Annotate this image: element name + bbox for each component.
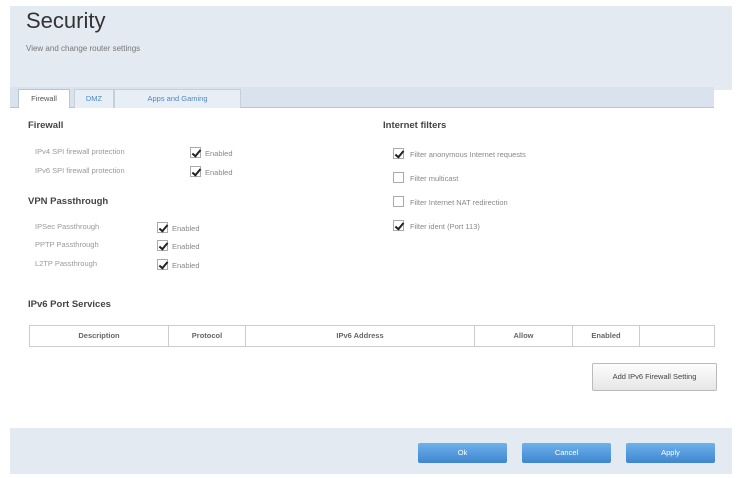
filter-nat-redirection-checkbox[interactable] bbox=[393, 196, 404, 207]
column-header-description: Description bbox=[30, 326, 169, 346]
ipv6-spi-enabled-label: Enabled bbox=[205, 168, 233, 177]
ipsec-enabled-label: Enabled bbox=[172, 224, 200, 233]
filter-anonymous-label: Filter anonymous Internet requests bbox=[410, 150, 526, 159]
filter-multicast-checkbox[interactable] bbox=[393, 172, 404, 183]
add-ipv6-firewall-setting-button[interactable]: Add IPv6 Firewall Setting bbox=[592, 363, 717, 391]
ok-button[interactable]: Ok bbox=[418, 443, 507, 463]
ipv4-spi-checkbox[interactable] bbox=[190, 147, 201, 158]
ipv4-spi-label: IPv4 SPI firewall protection bbox=[35, 147, 125, 156]
tab-firewall[interactable]: Firewall bbox=[18, 89, 70, 108]
tab-bar: Firewall DMZ Apps and Gaming bbox=[10, 87, 714, 108]
l2tp-checkbox[interactable] bbox=[157, 259, 168, 270]
filter-multicast-label: Filter multicast bbox=[410, 174, 459, 183]
ipv6-spi-label: IPv6 SPI firewall protection bbox=[35, 166, 125, 175]
page-title: Security bbox=[26, 8, 106, 33]
pptp-label: PPTP Passthrough bbox=[35, 240, 99, 249]
apply-button[interactable]: Apply bbox=[626, 443, 715, 463]
column-header-enabled: Enabled bbox=[573, 326, 640, 346]
tab-apps-and-gaming[interactable]: Apps and Gaming bbox=[114, 89, 241, 108]
pptp-checkbox[interactable] bbox=[157, 240, 168, 251]
filter-ident-checkbox[interactable] bbox=[393, 220, 404, 231]
l2tp-enabled-label: Enabled bbox=[172, 261, 200, 270]
ipsec-checkbox[interactable] bbox=[157, 222, 168, 233]
ipv4-spi-enabled-label: Enabled bbox=[205, 149, 233, 158]
page-header: Security View and change router settings bbox=[10, 6, 732, 100]
ipv6-port-services-title: IPv6 Port Services bbox=[28, 299, 111, 310]
column-header-ipv6-address: IPv6 Address bbox=[246, 326, 475, 346]
filter-nat-redirection-label: Filter Internet NAT redirection bbox=[410, 198, 508, 207]
vpn-section-title: VPN Passthrough bbox=[28, 196, 109, 207]
column-header-actions bbox=[640, 326, 714, 346]
filter-ident-label: Filter ident (Port 113) bbox=[410, 222, 480, 231]
internet-filters-title: Internet filters bbox=[383, 120, 447, 131]
pptp-enabled-label: Enabled bbox=[172, 242, 200, 251]
tab-dmz[interactable]: DMZ bbox=[74, 89, 114, 108]
firewall-section-title: Firewall bbox=[28, 120, 64, 131]
ipv6-spi-checkbox[interactable] bbox=[190, 166, 201, 177]
l2tp-label: L2TP Passthrough bbox=[35, 259, 97, 268]
page-subtitle: View and change router settings bbox=[26, 44, 141, 53]
footer-bar bbox=[10, 428, 732, 474]
filter-anonymous-checkbox[interactable] bbox=[393, 148, 404, 159]
column-header-protocol: Protocol bbox=[169, 326, 246, 346]
ipv6-port-services-table: Description Protocol IPv6 Address Allow … bbox=[29, 325, 715, 347]
column-header-allow: Allow bbox=[475, 326, 573, 346]
ipsec-label: IPSec Passthrough bbox=[35, 222, 100, 231]
cancel-button[interactable]: Cancel bbox=[522, 443, 611, 463]
